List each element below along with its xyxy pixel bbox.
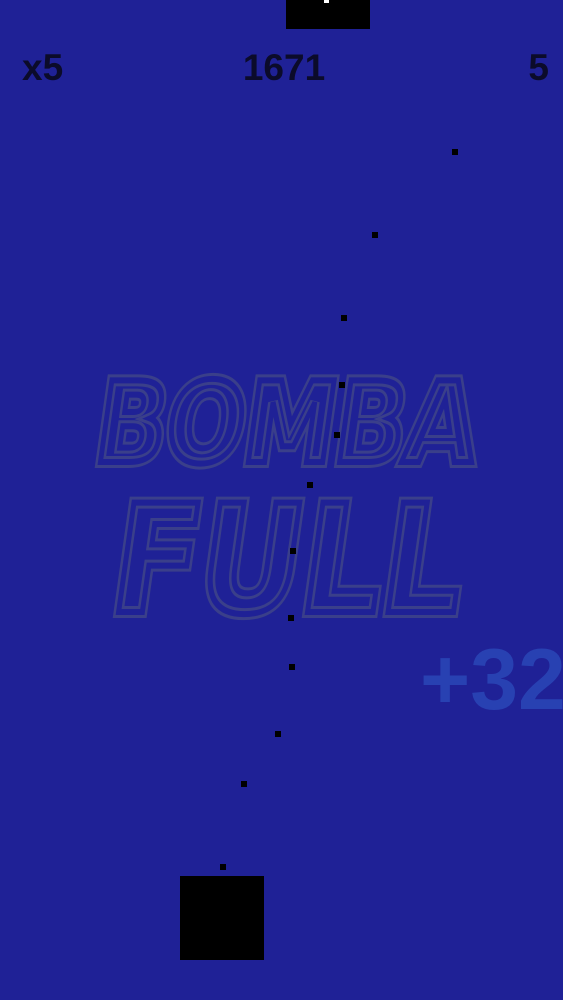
- trail-dot: [288, 615, 294, 621]
- title-line-2-inner: FULL: [102, 473, 477, 648]
- trail-dot: [289, 664, 295, 670]
- trail-dot: [275, 731, 281, 737]
- trail-dot: [341, 315, 347, 321]
- trail-dot: [339, 382, 345, 388]
- trail-dot: [334, 432, 340, 438]
- trail-dot: [452, 149, 458, 155]
- trail-dot: [220, 864, 226, 870]
- game-title-logo: BOMBA BOMBA FULL FULL: [82, 353, 492, 654]
- trail-dot: [307, 482, 313, 488]
- player-block[interactable]: [180, 876, 264, 960]
- trail-dot: [241, 781, 247, 787]
- trail-dot: [372, 232, 378, 238]
- title-line-1-inner: BOMBA: [88, 359, 486, 489]
- trail-dot: [290, 548, 296, 554]
- bonus-popup: +32: [420, 632, 563, 728]
